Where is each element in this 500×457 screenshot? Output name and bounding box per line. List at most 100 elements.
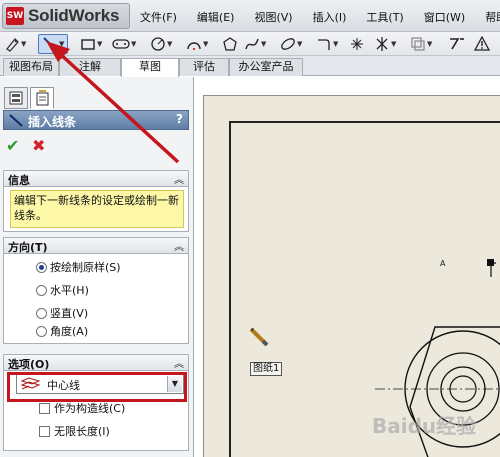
menu-tools[interactable]: 工具(T)	[366, 9, 403, 25]
rectangle-tool[interactable]: ▼	[80, 35, 102, 53]
main-menu: 文件(F) 编辑(E) 视图(V) 插入(I) 工具(T) 窗口(W) 帮助(H…	[140, 9, 500, 25]
chevron-down-icon[interactable]: ▼	[167, 40, 172, 48]
help-button[interactable]: ?	[176, 112, 183, 126]
construction-checkbox-row[interactable]: 作为构造线(C)	[39, 400, 125, 416]
chevron-down-icon[interactable]: ▼	[427, 40, 432, 48]
collapse-icon[interactable]: ︽	[174, 171, 184, 186]
collapse-icon[interactable]: ︽	[174, 238, 184, 253]
orientation-section-header[interactable]: 方向(T) ︽	[3, 237, 189, 254]
chevron-down-icon[interactable]: ▼	[97, 40, 102, 48]
slot-icon	[112, 39, 130, 49]
drawing-geometry	[249, 259, 500, 457]
offset-tool[interactable]: ▼	[410, 35, 432, 53]
radio-horizontal[interactable]: 水平(H)	[36, 282, 89, 298]
trim-tool[interactable]: ▼	[374, 35, 396, 53]
chevron-down-icon[interactable]: ▼	[59, 40, 64, 48]
chevron-down-icon[interactable]: ▼	[21, 40, 26, 48]
section-title: 信息	[8, 174, 30, 187]
radio-button[interactable]	[36, 284, 47, 296]
circle-icon	[151, 37, 165, 51]
ok-button[interactable]: ✔	[6, 137, 24, 155]
checkbox-label: 无限长度(I)	[54, 425, 110, 438]
menu-edit[interactable]: 编辑(E)	[197, 9, 235, 25]
spline-tool[interactable]: ▼	[244, 35, 266, 53]
radio-label: 角度(A)	[50, 325, 89, 338]
chevron-down-icon[interactable]: ▼	[333, 40, 338, 48]
watermark: Baidu经验	[372, 414, 477, 438]
menu-window[interactable]: 窗口(W)	[424, 9, 465, 25]
page-title: 插入线条	[28, 115, 77, 129]
menu-view[interactable]: 视图(V)	[254, 9, 292, 25]
radio-as-sketched[interactable]: 按绘制原样(S)	[36, 259, 121, 275]
offset-entities-icon	[411, 37, 425, 51]
checkbox-label: 作为构造线(C)	[54, 402, 126, 415]
cancel-button[interactable]: ✖	[32, 137, 50, 155]
infinite-length-checkbox-row[interactable]: 无限长度(I)	[39, 423, 110, 439]
polygon-tool[interactable]	[222, 35, 238, 53]
ellipse-tool[interactable]: ▼	[280, 35, 302, 53]
spline-icon	[245, 38, 259, 50]
ellipse-icon	[281, 38, 295, 50]
info-section-header[interactable]: 信息 ︽	[3, 170, 189, 187]
property-manager: 插入线条 ? ✔ ✖ 信息 ︽ 编辑下一新线条的设定或绘制一新线条。 方向(T)…	[0, 77, 194, 457]
line-icon	[43, 37, 57, 51]
tab-office-products[interactable]: 办公室产品	[229, 58, 303, 76]
solidworks-logo-icon: SW	[6, 7, 24, 25]
highlight-frame	[7, 372, 187, 402]
trim-icon	[376, 37, 388, 51]
radio-button[interactable]	[36, 307, 47, 319]
command-manager-tabs: 视图布局 注解 草图 评估 办公室产品	[0, 56, 500, 77]
chevron-down-icon[interactable]: ▼	[261, 40, 266, 48]
tab-sketch[interactable]: 草图	[121, 58, 179, 77]
chevron-down-icon[interactable]: ▼	[391, 40, 396, 48]
property-manager-header: 插入线条 ?	[3, 110, 189, 130]
cursor-tooltip: 图纸1	[250, 362, 283, 376]
radio-vertical[interactable]: 竖直(V)	[36, 305, 88, 321]
graphics-area[interactable]: A 图纸1	[195, 77, 500, 457]
tab-evaluate[interactable]: 评估	[179, 58, 229, 76]
warning-tool[interactable]	[474, 35, 490, 53]
radio-angle[interactable]: 角度(A)	[36, 323, 88, 339]
tab-annotation[interactable]: 注解	[59, 58, 121, 76]
arc-icon	[187, 42, 201, 50]
app-logo[interactable]: SW SolidWorks	[2, 3, 130, 29]
radio-label: 水平(H)	[50, 284, 89, 297]
point-icon	[351, 38, 363, 50]
smart-dimension-icon	[6, 38, 19, 52]
radio-button[interactable]	[36, 325, 47, 337]
options-section-header[interactable]: 选项(O) ︽	[3, 354, 189, 371]
radio-label: 竖直(V)	[50, 307, 89, 320]
chevron-down-icon[interactable]: ▼	[131, 40, 136, 48]
checkbox[interactable]	[39, 402, 50, 414]
smart-dimension-tool[interactable]: ▼	[4, 35, 26, 53]
mirror-tool[interactable]	[448, 35, 466, 53]
radio-label: 按绘制原样(S)	[50, 261, 121, 274]
circle-tool[interactable]: ▼	[150, 35, 172, 53]
fillet-tool[interactable]: ▼	[316, 35, 338, 53]
tab-view-layout[interactable]: 视图布局	[3, 58, 59, 76]
feature-tree-tab[interactable]	[4, 87, 28, 109]
nut-outline	[409, 326, 500, 408]
section-title: 选项(O)	[8, 358, 50, 371]
checkbox[interactable]	[39, 425, 50, 437]
slot-tool[interactable]: ▼	[112, 35, 136, 53]
polygon-icon	[223, 37, 237, 51]
leader-marker	[487, 259, 494, 266]
collapse-icon[interactable]: ︽	[174, 355, 184, 370]
menu-help[interactable]: 帮助(H)	[485, 9, 500, 25]
warning-icon	[474, 36, 490, 51]
section-title: 方向(T)	[8, 241, 48, 254]
property-manager-tab[interactable]	[30, 87, 54, 109]
menu-insert[interactable]: 插入(I)	[313, 9, 347, 25]
app-name: SolidWorks	[28, 6, 120, 25]
menu-file[interactable]: 文件(F)	[140, 9, 177, 25]
arc-tool[interactable]: ▼	[186, 35, 208, 53]
line-tool[interactable]: ▼	[38, 34, 68, 54]
view-label: A	[440, 259, 446, 268]
chevron-down-icon[interactable]: ▼	[203, 40, 208, 48]
pencil-cursor-icon	[249, 327, 269, 347]
point-tool[interactable]	[350, 35, 364, 53]
feature-tree-icon	[9, 91, 23, 105]
radio-button[interactable]	[36, 261, 47, 273]
chevron-down-icon[interactable]: ▼	[297, 40, 302, 48]
